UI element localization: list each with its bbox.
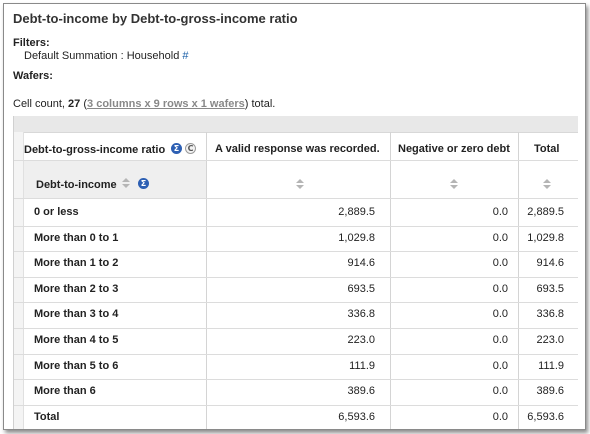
row-label: More than 0 to 1 <box>34 231 119 244</box>
row-divider <box>14 328 578 329</box>
cell-count: Cell count, 27 (3 columns x 9 rows x 1 w… <box>13 98 275 110</box>
table-cell: 0.0 <box>492 385 508 398</box>
table-cell: 389.6 <box>347 385 375 398</box>
table-cell: 0.0 <box>492 257 508 270</box>
table-cell: 2,889.5 <box>338 206 375 218</box>
table-cell: 0.0 <box>492 334 508 346</box>
table-cell: 914.6 <box>347 257 375 270</box>
row-label: More than 5 to 6 <box>34 359 119 372</box>
sub-dimension-header[interactable]: Debt-to-income <box>36 179 117 191</box>
table-cell: 0.0 <box>492 231 508 244</box>
table-cell: 336.8 <box>536 308 564 321</box>
filter-hash-link[interactable]: # <box>182 50 188 62</box>
table-cell: 6,593.6 <box>527 410 564 423</box>
table-cell: 1,029.8 <box>527 231 564 244</box>
column-header-total[interactable]: Total <box>534 143 559 155</box>
data-table: Debt-to-gross-income ratio Σ C Debt-to-i… <box>13 116 578 429</box>
row-label: More than 3 to 4 <box>34 308 119 321</box>
filter-text: Default Summation : Household <box>24 50 180 62</box>
row-label: Total <box>34 410 60 423</box>
column-header-valid[interactable]: A valid response was recorded. <box>215 143 380 155</box>
sigma-icon[interactable]: Σ <box>171 143 182 154</box>
table-cell: 223.0 <box>347 334 375 346</box>
cell-count-suffix: ) total. <box>244 98 276 110</box>
table-cell: 0.0 <box>492 282 508 295</box>
table-top-strip <box>14 116 578 133</box>
table-cell: 336.8 <box>347 308 375 321</box>
row-dimension-header[interactable]: Debt-to-gross-income ratio <box>24 144 165 156</box>
row-label: More than 1 to 2 <box>34 257 119 270</box>
wafers-label: Wafers: <box>13 70 53 82</box>
row-divider <box>14 160 578 161</box>
cell-count-link[interactable]: 3 columns x 9 rows x 1 wafers <box>87 98 245 110</box>
row-divider <box>14 302 578 303</box>
column-header-negative[interactable]: Negative or zero debt <box>398 143 510 155</box>
table-cell: 223.0 <box>536 334 564 346</box>
table-cell: 693.5 <box>347 282 375 295</box>
row-divider <box>14 354 578 355</box>
sigma-icon[interactable]: Σ <box>138 178 149 189</box>
row-label: 0 or less <box>34 206 79 218</box>
table-cell: 0.0 <box>492 308 508 321</box>
column-divider <box>390 132 391 429</box>
row-divider <box>14 379 578 380</box>
column-divider <box>518 132 519 429</box>
table-cell: 0.0 <box>492 410 508 423</box>
filter-item: Default Summation : Household # <box>24 50 189 62</box>
cell-count-value: 27 <box>68 98 81 110</box>
row-divider <box>14 198 578 199</box>
row-divider <box>14 405 578 406</box>
report-title: Debt-to-income by Debt-to-gross-income r… <box>13 11 298 26</box>
table-left-gutter <box>14 132 24 429</box>
sort-icon[interactable] <box>296 179 304 190</box>
row-divider <box>14 251 578 252</box>
table-cell: 0.0 <box>492 206 508 218</box>
row-divider <box>14 277 578 278</box>
table-cell: 111.9 <box>349 359 375 372</box>
row-divider <box>14 226 578 227</box>
row-label: More than 4 to 5 <box>34 334 119 346</box>
column-divider <box>206 132 207 429</box>
table-cell: 1,029.8 <box>338 231 375 244</box>
table-cell: 389.6 <box>536 385 564 398</box>
table-cell: 693.5 <box>536 282 564 295</box>
report-window: Debt-to-income by Debt-to-gross-income r… <box>3 3 586 430</box>
filters-label: Filters: <box>13 37 50 49</box>
row-label: More than 6 <box>34 385 96 398</box>
cell-count-prefix: Cell count, <box>13 98 65 110</box>
row-label: More than 2 to 3 <box>34 282 119 295</box>
sort-icon[interactable] <box>543 179 551 190</box>
sort-icon[interactable] <box>450 179 458 190</box>
table-cell: 0.0 <box>492 359 508 372</box>
table-cell: 111.9 <box>538 359 564 372</box>
c-icon[interactable]: C <box>185 143 196 154</box>
table-cell: 914.6 <box>536 257 564 270</box>
table-cell: 6,593.6 <box>338 410 375 423</box>
sort-icon[interactable] <box>122 178 130 189</box>
table-cell: 2,889.5 <box>527 206 564 218</box>
